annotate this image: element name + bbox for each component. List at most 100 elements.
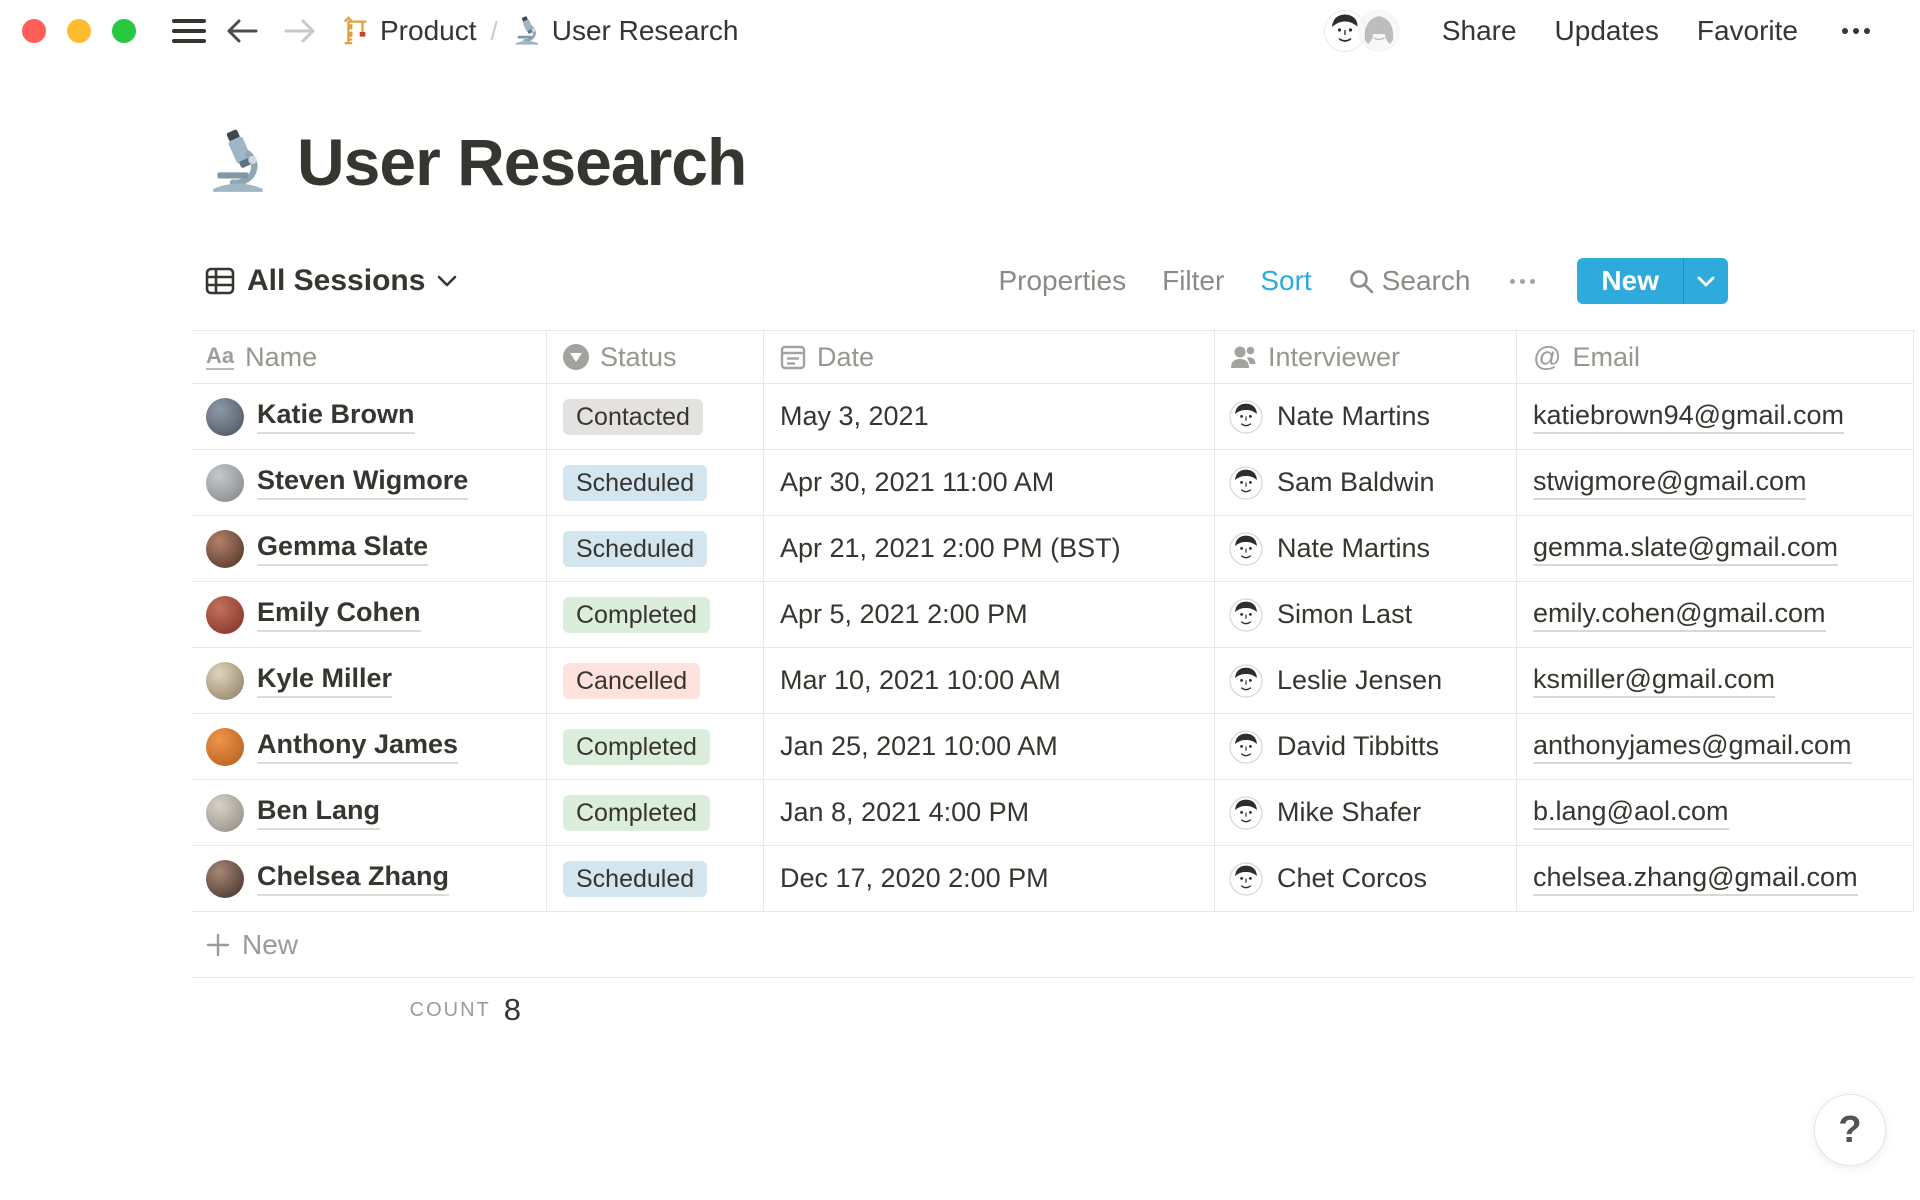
interviewer-cell[interactable]: Mike Shafer [1215, 780, 1517, 845]
breadcrumb-item-user-research[interactable]: User Research [512, 15, 738, 47]
column-header-status[interactable]: Status [547, 331, 764, 383]
status-badge: Contacted [563, 398, 703, 435]
row-name-label[interactable]: Katie Brown [257, 399, 415, 434]
name-cell[interactable]: Kyle Miller [192, 648, 547, 713]
email-link[interactable]: ksmiller@gmail.com [1533, 664, 1775, 698]
email-link[interactable]: stwigmore@gmail.com [1533, 466, 1807, 500]
email-cell[interactable]: gemma.slate@gmail.com [1517, 516, 1914, 581]
date-cell[interactable]: Apr 21, 2021 2:00 PM (BST) [764, 516, 1215, 581]
interviewer-cell[interactable]: Nate Martins [1215, 384, 1517, 449]
status-cell[interactable]: Cancelled [547, 648, 764, 713]
date-cell[interactable]: Jan 25, 2021 10:00 AM [764, 714, 1215, 779]
status-cell[interactable]: Completed [547, 582, 764, 647]
status-cell[interactable]: Scheduled [547, 516, 764, 581]
interviewer-cell[interactable]: David Tibbitts [1215, 714, 1517, 779]
status-cell[interactable]: Scheduled [547, 450, 764, 515]
date-cell-text: Dec 17, 2020 2:00 PM [780, 863, 1049, 893]
name-cell[interactable]: Anthony James [192, 714, 547, 779]
updates-button[interactable]: Updates [1555, 15, 1659, 47]
email-link[interactable]: chelsea.zhang@gmail.com [1533, 862, 1858, 896]
favorite-button[interactable]: Favorite [1697, 15, 1798, 47]
date-cell[interactable]: Jan 8, 2021 4:00 PM [764, 780, 1215, 845]
minimize-window-button[interactable] [67, 19, 91, 43]
avatar [206, 727, 244, 766]
row-name-label[interactable]: Steven Wigmore [257, 465, 469, 500]
status-cell[interactable]: Contacted [547, 384, 764, 449]
interviewer-cell[interactable]: Nate Martins [1215, 516, 1517, 581]
row-name-label[interactable]: Kyle Miller [257, 663, 393, 698]
row-name-label[interactable]: Emily Cohen [257, 597, 421, 632]
interviewer-cell[interactable]: Chet Corcos [1215, 846, 1517, 911]
row-name-label[interactable]: Gemma Slate [257, 531, 429, 566]
sort-button[interactable]: Sort [1260, 265, 1311, 297]
column-header-interviewer[interactable]: Interviewer [1215, 331, 1517, 383]
view-switcher[interactable]: All Sessions [205, 264, 457, 298]
zoom-window-button[interactable] [112, 19, 136, 43]
email-link[interactable]: katiebrown94@gmail.com [1533, 400, 1845, 434]
sidebar-toggle-button[interactable] [166, 18, 212, 44]
column-label: Email [1572, 341, 1640, 372]
table-row: Emily Cohen Completed Apr 5, 2021 2:00 P… [192, 582, 1914, 648]
filter-button[interactable]: Filter [1162, 265, 1224, 297]
date-cell[interactable]: Mar 10, 2021 10:00 AM [764, 648, 1215, 713]
new-button-label[interactable]: New [1577, 258, 1683, 304]
interviewer-cell[interactable]: Sam Baldwin [1215, 450, 1517, 515]
search-button[interactable]: Search [1348, 265, 1470, 297]
table-footer[interactable]: COUNT 8 [192, 978, 547, 1042]
date-cell[interactable]: May 3, 2021 [764, 384, 1215, 449]
close-window-button[interactable] [22, 19, 46, 43]
date-cell[interactable]: Dec 17, 2020 2:00 PM [764, 846, 1215, 911]
view-name: All Sessions [247, 264, 426, 297]
row-name-label[interactable]: Chelsea Zhang [257, 861, 450, 896]
email-cell[interactable]: katiebrown94@gmail.com [1517, 384, 1914, 449]
chevron-down-icon [1697, 276, 1715, 287]
column-header-name[interactable]: Aa Name [192, 331, 547, 383]
view-options-button[interactable] [1506, 275, 1539, 288]
add-row-button[interactable]: New [192, 912, 1914, 978]
email-link[interactable]: gemma.slate@gmail.com [1533, 532, 1839, 566]
email-link[interactable]: b.lang@aol.com [1533, 796, 1729, 830]
name-cell[interactable]: Emily Cohen [192, 582, 547, 647]
email-link[interactable]: emily.cohen@gmail.com [1533, 598, 1826, 632]
arrow-right-icon [284, 17, 316, 45]
email-cell[interactable]: chelsea.zhang@gmail.com [1517, 846, 1914, 911]
interviewer-cell[interactable]: Simon Last [1215, 582, 1517, 647]
forward-button[interactable] [278, 17, 322, 45]
name-cell[interactable]: Gemma Slate [192, 516, 547, 581]
email-link[interactable]: anthonyjames@gmail.com [1533, 730, 1852, 764]
date-cell[interactable]: Apr 30, 2021 11:00 AM [764, 450, 1215, 515]
help-button[interactable]: ? [1814, 1094, 1886, 1166]
status-cell[interactable]: Completed [547, 780, 764, 845]
more-options-button[interactable] [1836, 28, 1876, 34]
column-header-date[interactable]: Date [764, 331, 1215, 383]
status-cell[interactable]: Scheduled [547, 846, 764, 911]
back-button[interactable] [220, 17, 264, 45]
email-cell[interactable]: ksmiller@gmail.com [1517, 648, 1914, 713]
table-row: Steven Wigmore Scheduled Apr 30, 2021 11… [192, 450, 1914, 516]
share-button[interactable]: Share [1442, 15, 1517, 47]
email-cell[interactable]: anthonyjames@gmail.com [1517, 714, 1914, 779]
microscope-icon[interactable] [205, 129, 271, 195]
status-cell[interactable]: Completed [547, 714, 764, 779]
row-name-label[interactable]: Ben Lang [257, 795, 381, 830]
name-cell[interactable]: Ben Lang [192, 780, 547, 845]
interviewer-cell[interactable]: Leslie Jensen [1215, 648, 1517, 713]
date-cell[interactable]: Apr 5, 2021 2:00 PM [764, 582, 1215, 647]
select-icon [563, 344, 589, 370]
properties-button[interactable]: Properties [998, 265, 1126, 297]
breadcrumb: Product / User Research [340, 15, 738, 47]
name-cell[interactable]: Katie Brown [192, 384, 547, 449]
breadcrumb-item-product[interactable]: Product [340, 15, 477, 47]
name-cell[interactable]: Steven Wigmore [192, 450, 547, 515]
column-header-email[interactable]: @ Email [1517, 331, 1914, 383]
new-button-dropdown[interactable] [1684, 258, 1728, 304]
interviewer-name: Leslie Jensen [1277, 665, 1443, 695]
column-label: Name [245, 341, 318, 372]
row-name-label[interactable]: Anthony James [257, 729, 459, 764]
email-cell[interactable]: stwigmore@gmail.com [1517, 450, 1914, 515]
name-cell[interactable]: Chelsea Zhang [192, 846, 547, 911]
email-cell[interactable]: b.lang@aol.com [1517, 780, 1914, 845]
email-cell[interactable]: emily.cohen@gmail.com [1517, 582, 1914, 647]
new-record-button[interactable]: New [1577, 258, 1728, 304]
collaborator-avatar[interactable] [1355, 8, 1402, 54]
